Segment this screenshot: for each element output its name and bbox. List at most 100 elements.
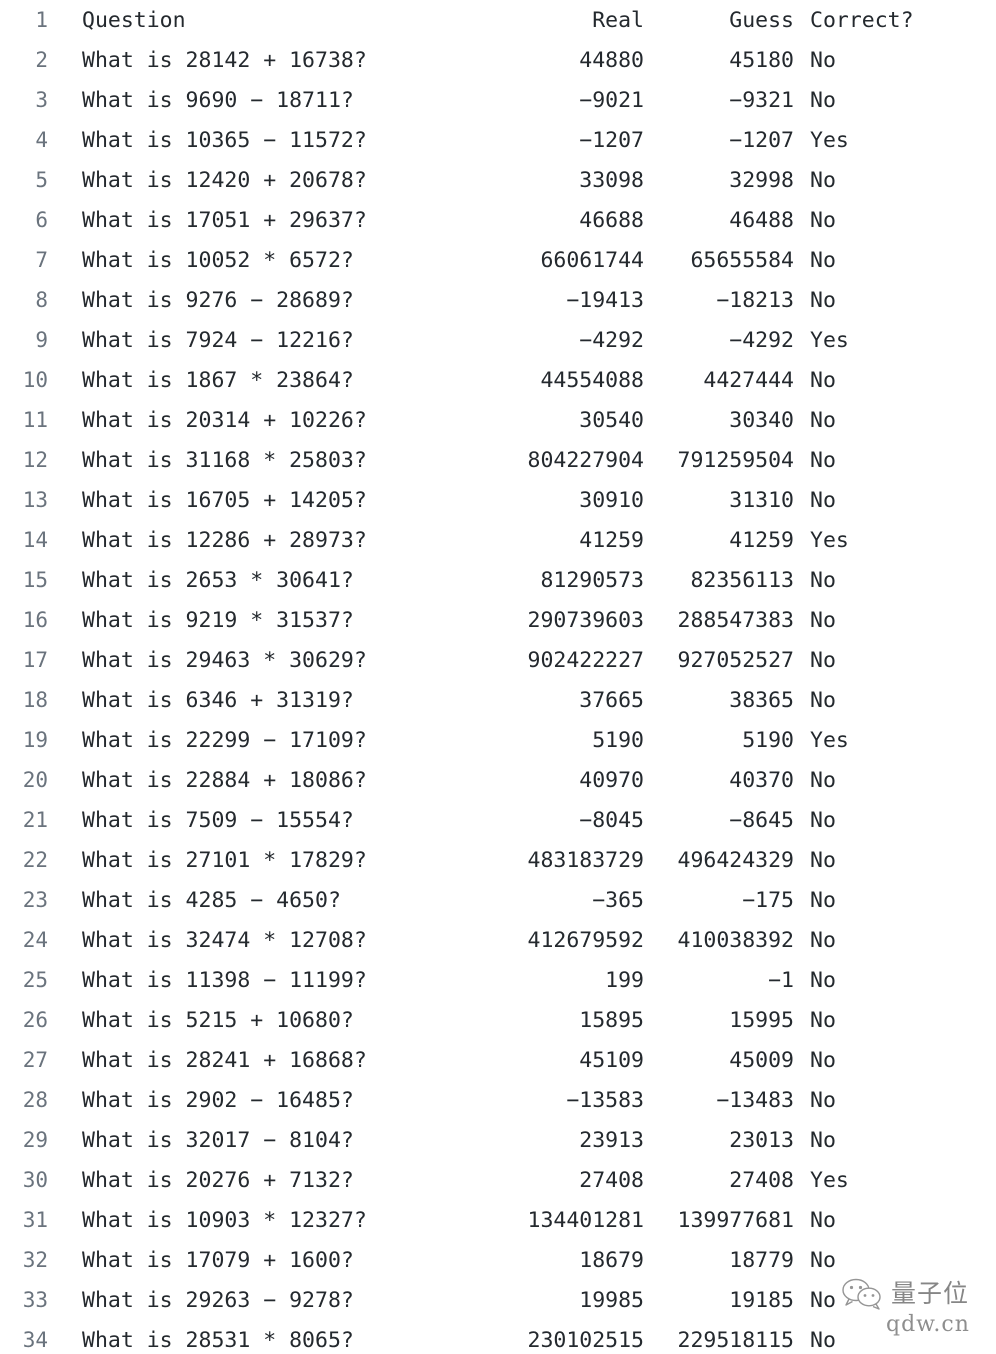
line-number: 18 — [22, 688, 48, 712]
cell-real: 804227904 — [527, 448, 645, 473]
table-row: 2 What is 28142 + 16738? 44880 45180 No — [0, 40, 996, 80]
line-number: 1 — [35, 8, 48, 32]
cell-question: What is 10052 * 6572? — [82, 248, 354, 273]
cell-correct: No — [810, 1248, 836, 1273]
table-header-row: 1 Question Real Guess Correct? — [0, 0, 996, 40]
table-row: 9 What is 7924 − 12216? −4292 −4292 Yes — [0, 320, 996, 360]
code-listing-view: 1 Question Real Guess Correct? 2 What is 28142… — [0, 0, 996, 1354]
cell-correct: No — [810, 888, 836, 913]
cell-guess: 139977681 — [677, 1208, 795, 1233]
line-number: 22 — [22, 848, 48, 872]
column-header-question: Question — [82, 8, 186, 33]
cell-correct: No — [810, 928, 836, 953]
line-number: 8 — [35, 288, 48, 312]
cell-question: What is 17079 + 1600? — [82, 1248, 354, 1273]
table-row: 19 What is 22299 − 17109? 5190 5190 Yes — [0, 720, 996, 760]
line-number: 19 — [22, 728, 48, 752]
line-number: 28 — [22, 1088, 48, 1112]
cell-real: −9021 — [579, 88, 644, 113]
table-row: 14 What is 12286 + 28973? 41259 41259 Yes — [0, 520, 996, 560]
cell-question: What is 10903 * 12327? — [82, 1208, 367, 1233]
line-number: 32 — [22, 1248, 48, 1272]
table-row: 26 What is 5215 + 10680? 15895 15995 No — [0, 1000, 996, 1040]
cell-guess: 5190 — [742, 728, 794, 753]
cell-guess: −175 — [742, 888, 794, 913]
cell-correct: No — [810, 288, 836, 313]
cell-question: What is 32017 − 8104? — [82, 1128, 354, 1153]
cell-real: −13583 — [566, 1088, 644, 1113]
cell-real: 23913 — [579, 1128, 644, 1153]
cell-correct: No — [810, 768, 836, 793]
cell-guess: 927052527 — [677, 648, 795, 673]
cell-correct: Yes — [810, 328, 849, 353]
line-number: 21 — [22, 808, 48, 832]
table-row: 32 What is 17079 + 1600? 18679 18779 No — [0, 1240, 996, 1280]
cell-question: What is 22884 + 18086? — [82, 768, 367, 793]
cell-question: What is 2902 − 16485? — [82, 1088, 354, 1113]
cell-guess: 82356113 — [690, 568, 794, 593]
cell-correct: Yes — [810, 728, 849, 753]
cell-question: What is 28142 + 16738? — [82, 48, 367, 73]
cell-real: 44554088 — [540, 368, 644, 393]
cell-real: −365 — [592, 888, 644, 913]
line-number: 5 — [35, 168, 48, 192]
line-number: 14 — [22, 528, 48, 552]
cell-guess: 65655584 — [690, 248, 794, 273]
line-number: 20 — [22, 768, 48, 792]
cell-question: What is 9690 − 18711? — [82, 88, 354, 113]
cell-guess: −18213 — [716, 288, 794, 313]
cell-correct: No — [810, 1328, 836, 1353]
line-number: 15 — [22, 568, 48, 592]
cell-question: What is 20314 + 10226? — [82, 408, 367, 433]
cell-guess: −1 — [768, 968, 794, 993]
cell-correct: No — [810, 608, 836, 633]
table-row: 16 What is 9219 * 31537? 290739603 28854738… — [0, 600, 996, 640]
cell-question: What is 29463 * 30629? — [82, 648, 367, 673]
column-header-real: Real — [592, 8, 644, 33]
cell-real: 66061744 — [540, 248, 644, 273]
line-number: 13 — [22, 488, 48, 512]
line-number: 3 — [35, 88, 48, 112]
table-row: 22 What is 27101 * 17829? 483183729 4964243… — [0, 840, 996, 880]
line-number: 6 — [35, 208, 48, 232]
cell-guess: 229518115 — [677, 1328, 795, 1353]
cell-real: 44880 — [579, 48, 644, 73]
table-row: 11 What is 20314 + 10226? 30540 30340 No — [0, 400, 996, 440]
cell-guess: 30340 — [729, 408, 794, 433]
line-number: 33 — [22, 1288, 48, 1312]
cell-guess: 23013 — [729, 1128, 794, 1153]
cell-correct: No — [810, 88, 836, 113]
line-number: 25 — [22, 968, 48, 992]
cell-real: 290739603 — [527, 608, 645, 633]
cell-guess: −8645 — [729, 808, 794, 833]
cell-guess: 46488 — [729, 208, 794, 233]
cell-correct: No — [810, 568, 836, 593]
cell-real: 5190 — [592, 728, 644, 753]
cell-question: What is 6346 + 31319? — [82, 688, 354, 713]
cell-real: 46688 — [579, 208, 644, 233]
table-row: 28 What is 2902 − 16485? −13583 −13483 No — [0, 1080, 996, 1120]
cell-real: 40970 — [579, 768, 644, 793]
line-number: 17 — [22, 648, 48, 672]
table-row: 12 What is 31168 * 25803? 804227904 7912595… — [0, 440, 996, 480]
cell-question: What is 27101 * 17829? — [82, 848, 367, 873]
cell-question: What is 32474 * 12708? — [82, 928, 367, 953]
table-row: 25 What is 11398 − 11199? 199 −1 No — [0, 960, 996, 1000]
cell-question: What is 9219 * 31537? — [82, 608, 354, 633]
cell-correct: No — [810, 168, 836, 193]
line-number: 9 — [35, 328, 48, 352]
table-row: 17 What is 29463 * 30629? 902422227 9270525… — [0, 640, 996, 680]
cell-real: −1207 — [579, 128, 644, 153]
cell-real: 37665 — [579, 688, 644, 713]
table-row: 3 What is 9690 − 18711? −9021 −9321 No — [0, 80, 996, 120]
table-row: 33 What is 29263 − 9278? 19985 19185 No — [0, 1280, 996, 1320]
table-row: 23 What is 4285 − 4650? −365 −175 No — [0, 880, 996, 920]
cell-question: What is 9276 − 28689? — [82, 288, 354, 313]
column-header-correct: Correct? — [810, 8, 914, 33]
cell-guess: 288547383 — [677, 608, 795, 633]
cell-real: 19985 — [579, 1288, 644, 1313]
cell-guess: 38365 — [729, 688, 794, 713]
line-number: 16 — [22, 608, 48, 632]
cell-question: What is 28531 * 8065? — [82, 1328, 354, 1353]
line-number: 4 — [35, 128, 48, 152]
